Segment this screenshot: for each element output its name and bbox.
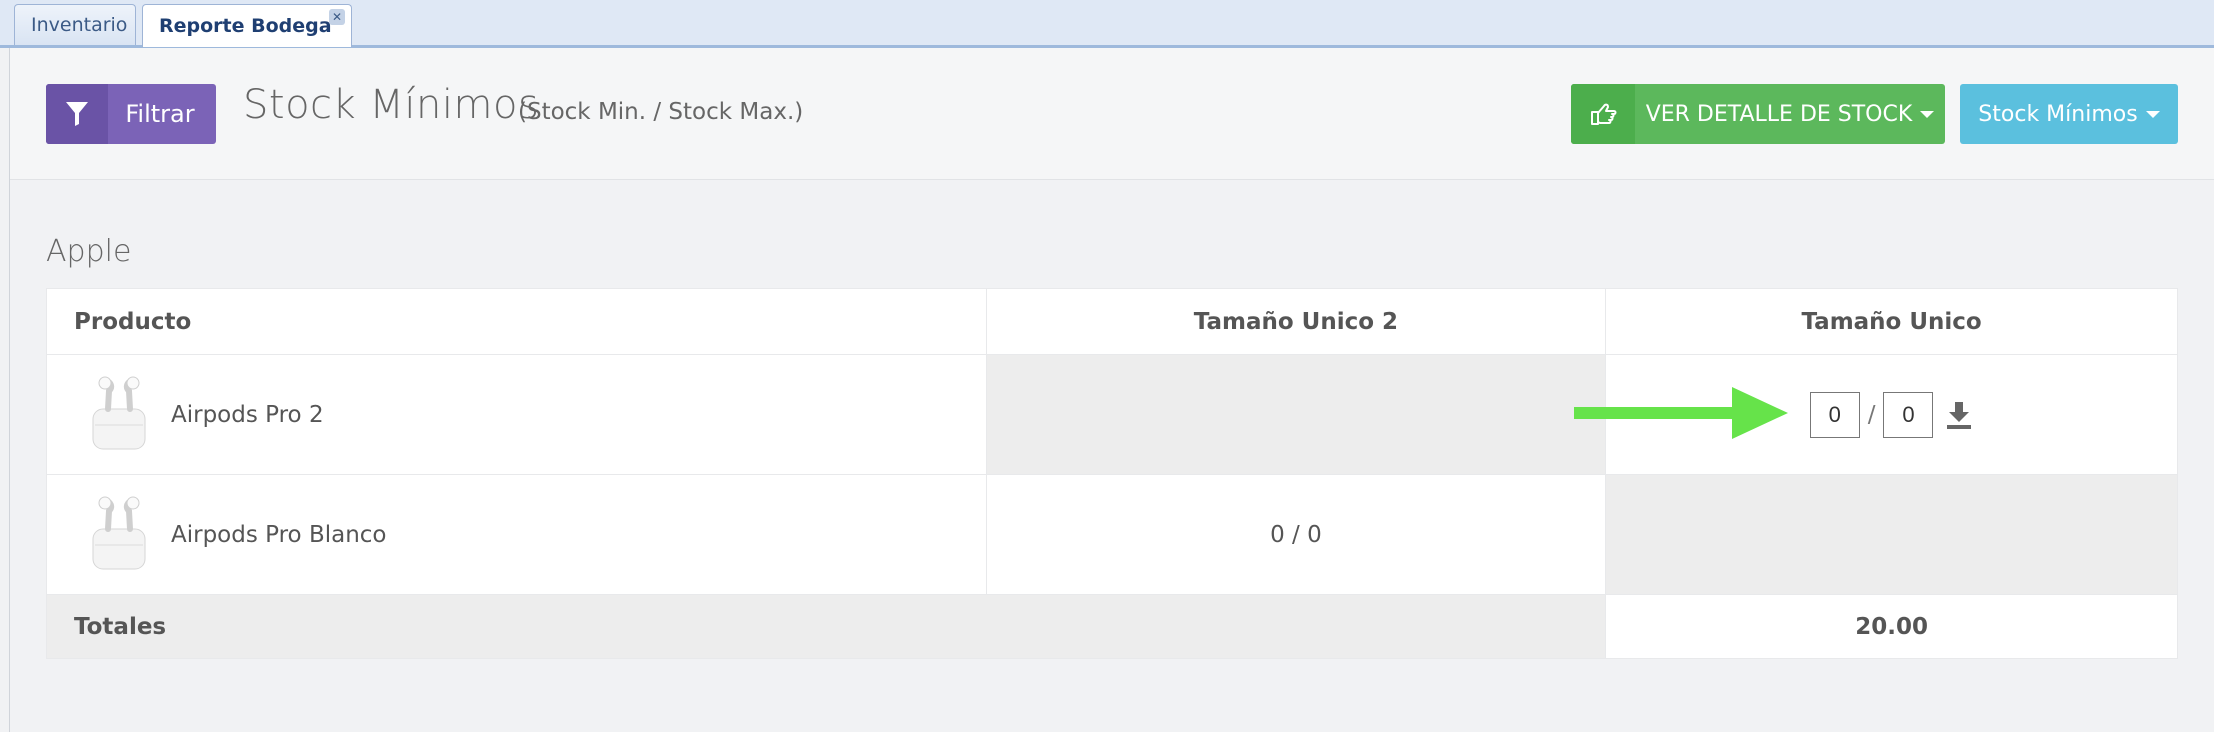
- totals-label: Totales: [45, 594, 1607, 659]
- view-stock-detail-button[interactable]: VER DETALLE DE STOCK: [1571, 84, 1945, 144]
- column-header-tamano-unico: Tamaño Unico: [1605, 288, 2178, 355]
- product-name: Airpods Pro Blanco: [171, 521, 387, 548]
- product-thumbnail: [92, 496, 146, 569]
- filter-button[interactable]: Filtrar: [46, 84, 216, 144]
- tab-label: Inventario: [31, 14, 128, 36]
- page-title: Stock Mínimos: [243, 82, 540, 128]
- product-cell: Airpods Pro Blanco: [46, 474, 987, 595]
- filter-icon: [46, 84, 108, 144]
- filter-button-label: Filtrar: [125, 100, 195, 128]
- hand-pointer-icon: [1571, 84, 1635, 144]
- stock-min-input[interactable]: [1809, 391, 1860, 438]
- page-subtitle: (Stock Min. / Stock Max.): [518, 99, 804, 125]
- product-cell: Airpods Pro 2: [46, 354, 987, 475]
- tab-inventario[interactable]: Inventario: [14, 4, 136, 45]
- view-stock-detail-label: VER DETALLE DE STOCK: [1645, 101, 1913, 127]
- column-header-producto: Producto: [46, 288, 987, 355]
- column-header-tamano-unico-2: Tamaño Unico 2: [985, 288, 1607, 355]
- chevron-down-icon: [2145, 110, 2160, 118]
- stock-minimos-label: Stock Mínimos: [1978, 101, 2138, 127]
- tab-reporte-bodega[interactable]: Reporte Bodega ✕: [142, 4, 352, 47]
- stock-table: Producto Tamaño Unico 2 Tamaño Unico Air…: [45, 288, 2178, 659]
- close-icon[interactable]: ✕: [329, 9, 345, 25]
- group-title: Apple: [46, 234, 132, 269]
- table-header-row: Producto Tamaño Unico 2 Tamaño Unico: [46, 288, 2178, 355]
- totals-row: Totales 20.00: [45, 594, 2178, 659]
- stock-cell-empty: [1605, 474, 2178, 595]
- download-icon[interactable]: [1945, 400, 1973, 430]
- chevron-down-icon: [1920, 110, 1935, 118]
- table-row: Airpods Pro 2 /: [46, 354, 2178, 475]
- arrow-annotation-icon: [1574, 387, 1788, 439]
- totals-value: 20.00: [1605, 594, 2178, 659]
- table-row: Airpods Pro Blanco 0 / 0: [46, 474, 2178, 595]
- stock-minimos-dropdown[interactable]: Stock Mínimos: [1960, 84, 2178, 144]
- stock-max-input[interactable]: [1883, 391, 1934, 438]
- stock-cell-empty: [985, 354, 1607, 475]
- stock-value-cell: 0 / 0: [985, 474, 1607, 595]
- tab-bar: Inventario Reporte Bodega ✕: [0, 0, 2214, 48]
- product-name: Airpods Pro 2: [171, 401, 324, 428]
- product-thumbnail: [92, 376, 146, 449]
- tab-label: Reporte Bodega: [159, 15, 332, 37]
